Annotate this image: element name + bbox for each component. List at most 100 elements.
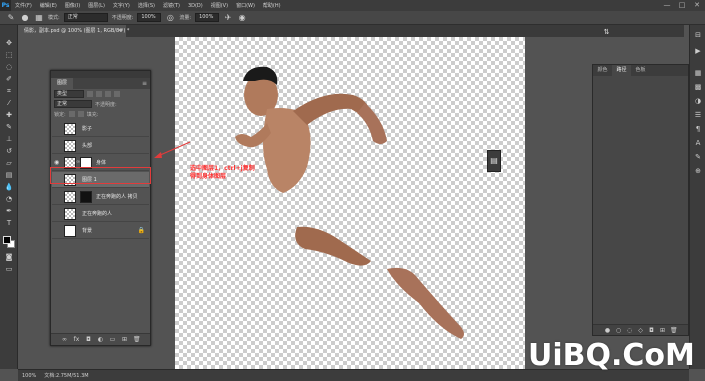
adjustment-layer-icon[interactable]: ◐ [97, 336, 104, 343]
marquee-tool-icon[interactable]: ⬚ [3, 51, 15, 60]
panel-collapse-icon[interactable]: ▤ [488, 151, 500, 171]
move-tool-icon[interactable]: ✥ [3, 39, 15, 48]
maximize-button[interactable]: □ [676, 1, 688, 10]
crop-tool-icon[interactable]: ⌗ [3, 87, 15, 96]
watermark-logo: UiBQ.CoM [528, 338, 695, 373]
adjustments-panel-icon[interactable]: ◑ [693, 97, 703, 106]
actions-panel-icon[interactable]: ▶ [693, 47, 703, 56]
tab-paths[interactable]: 路径 [612, 65, 631, 76]
lock-label: 锁定: [54, 111, 66, 118]
mini-tool-panel[interactable]: ▤ [487, 150, 501, 172]
layer-style-icon[interactable]: fx [73, 336, 80, 343]
eraser-tool-icon[interactable]: ▱ [3, 159, 15, 168]
clone-source-icon[interactable]: ⊕ [693, 167, 703, 176]
layer-name: 正在奔跑的人 拷贝 [96, 194, 138, 200]
stamp-tool-icon[interactable]: ⊥ [3, 135, 15, 144]
lock-pixels-icon[interactable] [68, 111, 75, 117]
color-panel-icon[interactable]: ▦ [693, 69, 703, 78]
pressure-size-icon[interactable]: ◉ [237, 13, 247, 23]
link-layers-icon[interactable]: ∞ [61, 336, 68, 343]
load-selection-icon[interactable]: ◌ [626, 327, 633, 334]
blend-mode-select[interactable]: 正常 [54, 100, 92, 108]
opacity-field[interactable]: 100% [137, 13, 162, 22]
type-tool-icon[interactable]: T [3, 219, 15, 228]
mode-select[interactable]: 正常 [63, 13, 108, 22]
menu-file[interactable]: 文件(F) [11, 2, 36, 9]
stroke-path-icon[interactable]: ○ [615, 327, 622, 334]
blur-tool-icon[interactable]: 💧 [3, 183, 15, 192]
properties-panel-icon[interactable]: ☰ [693, 111, 703, 120]
quick-mask-icon[interactable]: ◙ [3, 253, 15, 262]
new-path-icon[interactable]: ⊞ [659, 327, 666, 334]
menu-3d[interactable]: 3D(D) [184, 3, 207, 9]
screen-mode-icon[interactable]: ▭ [3, 265, 15, 274]
brush-panel-icon[interactable]: ✎ [693, 153, 703, 162]
document-tab[interactable]: 倩影，副本.psd @ 100% (图层 1, RGB/8#) * × [18, 25, 130, 37]
filter-adjust-icon[interactable] [96, 91, 102, 97]
fill-path-icon[interactable]: ● [604, 327, 611, 334]
quick-select-tool-icon[interactable]: ✐ [3, 75, 15, 84]
minimize-button[interactable]: — [661, 1, 673, 10]
layer-row[interactable]: 影子 [52, 121, 149, 137]
menu-window[interactable]: 窗口(W) [232, 2, 259, 9]
history-brush-icon[interactable]: ↺ [3, 147, 15, 156]
filter-pixel-icon[interactable] [87, 91, 93, 97]
filter-shape-icon[interactable] [114, 91, 120, 97]
selected-layer-highlight [50, 167, 151, 184]
layers-panel-titlebar[interactable] [51, 71, 150, 78]
layer-row[interactable]: 正在奔跑的人 [52, 206, 149, 222]
layer-row[interactable]: 正在奔跑的人 拷贝 [52, 189, 149, 205]
delete-path-icon[interactable]: 🗑 [670, 327, 678, 334]
panel-menu-icon[interactable]: ≡ [142, 78, 147, 89]
layer-row[interactable]: 背景 🔒 [52, 223, 149, 239]
lock-position-icon[interactable] [77, 111, 84, 117]
filter-kind-select[interactable]: 类型 [54, 90, 84, 98]
menu-select[interactable]: 选择(S) [134, 2, 159, 9]
visibility-eye-icon[interactable]: ◉ [54, 159, 61, 167]
document-canvas[interactable] [175, 37, 525, 377]
menu-help[interactable]: 帮助(H) [259, 2, 285, 9]
pen-tool-icon[interactable]: ✒ [3, 207, 15, 216]
workspace-icon[interactable]: ⇅ [601, 27, 612, 37]
filter-type-icon[interactable] [105, 91, 111, 97]
menu-image[interactable]: 图像(I) [61, 2, 84, 9]
right-dock: ⊟ ▶ ▦ ▩ ◑ ☰ ¶ A ✎ ⊕ [689, 25, 705, 369]
tab-swatches[interactable]: 色板 [631, 65, 650, 76]
menu-edit[interactable]: 编辑(E) [36, 2, 61, 9]
tab-layers[interactable]: 图层 [51, 78, 73, 89]
gradient-tool-icon[interactable]: ▤ [3, 171, 15, 180]
foreground-color-swatch[interactable] [3, 236, 11, 244]
layer-row[interactable]: 头部 [52, 138, 149, 154]
tab-color[interactable]: 颜色 [593, 65, 612, 76]
brush-tool-icon[interactable]: ✎ [3, 123, 15, 132]
pressure-opacity-icon[interactable]: ◎ [165, 13, 175, 23]
eyedropper-tool-icon[interactable]: ⁄ [3, 99, 15, 108]
add-mask-icon[interactable]: ◘ [85, 336, 92, 343]
annotation-line-1: 选中图层1，ctrl+j复制 [190, 165, 255, 172]
paragraph-panel-icon[interactable]: ¶ [693, 125, 703, 134]
dodge-tool-icon[interactable]: ◔ [3, 195, 15, 204]
menu-filter[interactable]: 滤镜(T) [159, 2, 184, 9]
document-tab-title: 倩影，副本.psd @ 100% (图层 1, RGB/8#) * [24, 28, 130, 34]
menu-type[interactable]: 文字(Y) [109, 2, 134, 9]
close-window-button[interactable]: ✕ [691, 1, 703, 10]
new-group-icon[interactable]: ▭ [109, 336, 116, 343]
history-panel-icon[interactable]: ⊟ [693, 31, 703, 40]
healing-tool-icon[interactable]: ✚ [3, 111, 15, 120]
brush-tool-icon[interactable]: ✎ [6, 13, 16, 23]
new-layer-icon[interactable]: ⊞ [121, 336, 128, 343]
menu-view[interactable]: 视图(V) [207, 2, 232, 9]
make-path-icon[interactable]: ◇ [637, 327, 644, 334]
delete-layer-icon[interactable]: 🗑 [133, 336, 141, 343]
add-mask-icon[interactable]: ◘ [648, 327, 655, 334]
brush-panel-icon[interactable]: ▦ [34, 13, 44, 23]
menu-layer[interactable]: 图层(L) [84, 2, 109, 9]
character-panel-icon[interactable]: A [693, 139, 703, 148]
brush-preset-icon[interactable]: ● [20, 13, 30, 23]
airbrush-icon[interactable]: ✈ [223, 13, 233, 23]
lasso-tool-icon[interactable]: ◌ [3, 63, 15, 72]
close-tab-icon[interactable]: × [117, 25, 122, 37]
zoom-level[interactable]: 100% [22, 373, 36, 379]
flow-field[interactable]: 100% [195, 13, 220, 22]
swatches-panel-icon[interactable]: ▩ [693, 83, 703, 92]
